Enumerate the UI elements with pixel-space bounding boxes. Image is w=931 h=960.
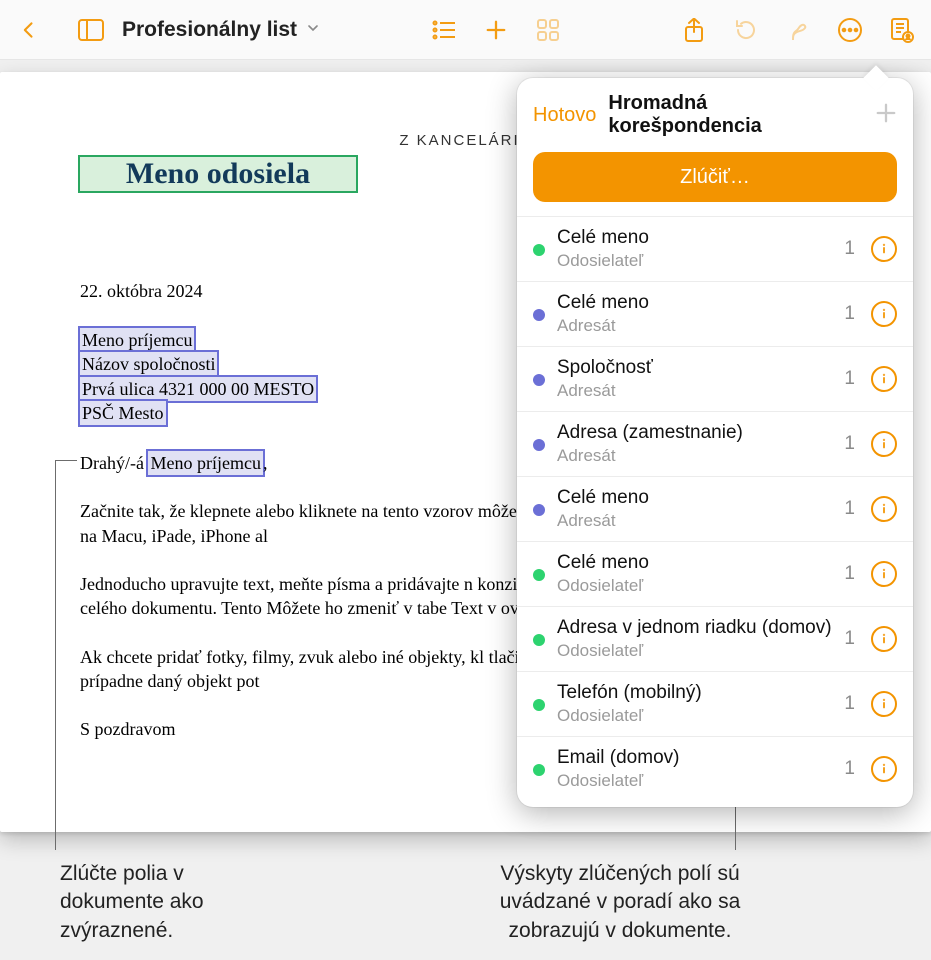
color-dot-icon [533, 699, 545, 711]
field-count: 1 [844, 628, 855, 650]
info-icon[interactable] [871, 496, 897, 522]
field-source: Odosielateľ [557, 641, 832, 661]
info-icon[interactable] [871, 236, 897, 262]
merge-field-company[interactable]: Názov spoločnosti [80, 352, 217, 376]
callout-line [55, 460, 56, 850]
info-icon[interactable] [871, 301, 897, 327]
info-icon[interactable] [871, 366, 897, 392]
merge-field-row[interactable]: Celé menoAdresát 1 [517, 281, 913, 346]
merge-field-row[interactable]: Celé menoAdresát 1 [517, 476, 913, 541]
mail-merge-panel: Hotovo Hromadná korešpondencia Zlúčiť… C… [517, 78, 913, 807]
field-source: Adresát [557, 446, 832, 466]
field-label: Adresa v jednom riadku (domov) [557, 617, 832, 639]
back-button[interactable] [6, 8, 52, 52]
field-label: Celé meno [557, 487, 832, 509]
format-brush-button[interactable] [775, 8, 821, 52]
field-count: 1 [844, 303, 855, 325]
field-source: Adresát [557, 381, 832, 401]
chevron-down-icon [305, 18, 321, 42]
field-count: 1 [844, 693, 855, 715]
merge-field-street[interactable]: Prvá ulica 4321 000 00 MESTO [80, 377, 316, 401]
undo-button[interactable] [723, 8, 769, 52]
list-view-button[interactable] [421, 8, 467, 52]
field-count: 1 [844, 498, 855, 520]
field-count: 1 [844, 758, 855, 780]
info-icon[interactable] [871, 756, 897, 782]
field-label: Celé meno [557, 292, 832, 314]
merge-button[interactable]: Zlúčiť… [533, 152, 897, 202]
color-dot-icon [533, 244, 545, 256]
salutation-prefix: Drahý/-á [80, 453, 148, 473]
field-source: Odosielateľ [557, 706, 832, 726]
color-dot-icon [533, 374, 545, 386]
callout-line [55, 460, 77, 461]
salutation-suffix: , [263, 453, 268, 473]
field-count: 1 [844, 238, 855, 260]
field-source: Odosielateľ [557, 576, 832, 596]
color-dot-icon [533, 439, 545, 451]
field-source: Adresát [557, 511, 832, 531]
merge-field-row[interactable]: Celé menoOdosielateľ 1 [517, 541, 913, 606]
field-source: Odosielateľ [557, 771, 832, 791]
field-label: Celé meno [557, 552, 832, 574]
field-source: Adresát [557, 316, 832, 336]
document-title[interactable]: Profesionálny list [122, 18, 321, 42]
color-dot-icon [533, 569, 545, 581]
add-button[interactable] [473, 8, 519, 52]
share-button[interactable] [671, 8, 717, 52]
callout-left: Zlúčte polia v dokumente ako zvýraznené. [60, 860, 290, 945]
merge-field-row[interactable]: Email (domov)Odosielateľ 1 [517, 736, 913, 801]
sidebar-button[interactable] [68, 8, 114, 52]
apps-button[interactable] [525, 8, 571, 52]
merge-field-row[interactable]: Adresa v jednom riadku (domov)Odosielate… [517, 606, 913, 671]
color-dot-icon [533, 504, 545, 516]
field-label: Spoločnosť [557, 357, 832, 379]
color-dot-icon [533, 634, 545, 646]
callout-right: Výskyty zlúčených polí sú uvádzané v por… [470, 860, 770, 945]
field-label: Celé meno [557, 227, 832, 249]
more-button[interactable] [827, 8, 873, 52]
merge-field-row[interactable]: Adresa (zamestnanie)Adresát 1 [517, 411, 913, 476]
done-button[interactable]: Hotovo [533, 104, 596, 127]
panel-title: Hromadná korešpondencia [608, 92, 863, 138]
merge-field-recipient-name[interactable]: Meno príjemcu [80, 328, 194, 352]
document-title-text: Profesionálny list [122, 18, 297, 42]
merge-field-row[interactable]: Telefón (mobilný)Odosielateľ 1 [517, 671, 913, 736]
info-icon[interactable] [871, 626, 897, 652]
add-field-button[interactable] [875, 101, 897, 129]
field-label: Adresa (zamestnanie) [557, 422, 832, 444]
merge-field-row[interactable]: Celé menoOdosielateľ 1 [517, 216, 913, 281]
color-dot-icon [533, 764, 545, 776]
merge-field-list: Celé menoOdosielateľ1Celé menoAdresát1Sp… [517, 216, 913, 801]
field-source: Odosielateľ [557, 251, 832, 271]
mail-merge-button[interactable] [879, 8, 925, 52]
document-stage: Z KANCELÁRIE Meno odosiela 22. októbra 2… [0, 60, 931, 960]
color-dot-icon [533, 309, 545, 321]
toolbar: Profesionálny list [0, 0, 931, 60]
info-icon[interactable] [871, 691, 897, 717]
field-label: Email (domov) [557, 747, 832, 769]
field-count: 1 [844, 433, 855, 455]
info-icon[interactable] [871, 431, 897, 457]
merge-field-sender-name[interactable]: Meno odosiela [80, 157, 356, 191]
field-count: 1 [844, 368, 855, 390]
merge-field-salutation-name[interactable]: Meno príjemcu [148, 451, 262, 475]
field-count: 1 [844, 563, 855, 585]
merge-field-city[interactable]: PSČ Mesto [80, 401, 166, 425]
info-icon[interactable] [871, 561, 897, 587]
merge-field-row[interactable]: SpoločnosťAdresát 1 [517, 346, 913, 411]
field-label: Telefón (mobilný) [557, 682, 832, 704]
